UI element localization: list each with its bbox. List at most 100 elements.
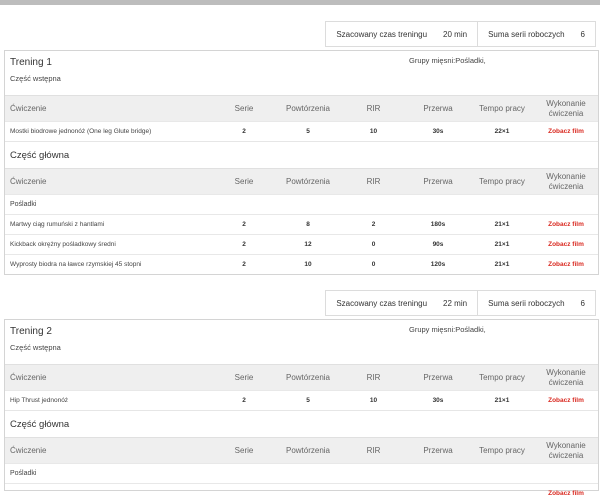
estimated-time-value: 22 min bbox=[443, 298, 468, 308]
rest-value: 120s bbox=[430, 261, 446, 268]
table-row: Wyprosty biodra na ławce rzymskiej 45 st… bbox=[5, 254, 598, 274]
table-header: Ćwiczenie Serie Powtórzenia RIR Przerwa … bbox=[5, 95, 598, 121]
table-header: Ćwiczenie Serie Powtórzenia RIR Przerwa … bbox=[5, 437, 598, 463]
exercise-name: Mostki biodrowe jednonóż (One leg Glute … bbox=[10, 128, 152, 135]
rest-value: 90s bbox=[432, 241, 444, 248]
watch-video-link[interactable]: Zobacz film bbox=[534, 397, 598, 404]
col-rir: RIR bbox=[366, 446, 381, 455]
col-reps: Powtórzenia bbox=[285, 373, 331, 382]
sets-value: 2 bbox=[242, 221, 246, 228]
estimated-time-label: Szacowany czas treningu bbox=[336, 29, 428, 39]
total-sets: Suma serii roboczych 6 bbox=[478, 22, 595, 46]
main-section-title: Część główna bbox=[5, 410, 598, 437]
warmup-section-title: Część wstępna bbox=[10, 343, 61, 352]
total-sets-label: Suma serii roboczych bbox=[488, 29, 565, 39]
col-exercise: Ćwiczenie bbox=[10, 177, 47, 186]
tempo-value: 21×1 bbox=[494, 241, 510, 248]
rir-value: 2 bbox=[371, 221, 376, 228]
sets-value: 2 bbox=[242, 128, 246, 135]
total-sets-value: 6 bbox=[580, 29, 585, 39]
col-reps: Powtórzenia bbox=[285, 177, 331, 186]
tempo-value: 21×1 bbox=[494, 221, 510, 228]
col-execution: Wykonanie ćwiczenia bbox=[546, 171, 586, 191]
total-sets-value: 6 bbox=[580, 298, 585, 308]
muscle-groups: Grupy mięsni:Pośladki, bbox=[409, 325, 486, 334]
total-sets: Suma serii roboczych 6 bbox=[478, 291, 595, 315]
col-rest: Przerwa bbox=[423, 104, 453, 113]
table-header: Ćwiczenie Serie Powtórzenia RIR Przerwa … bbox=[5, 168, 598, 194]
estimated-time-value: 20 min bbox=[443, 29, 468, 39]
estimated-time: Szacowany czas treningu 22 min bbox=[326, 291, 479, 315]
col-tempo: Tempo pracy bbox=[479, 373, 525, 382]
col-sets: Serie bbox=[234, 373, 254, 382]
warmup-section-title: Część wstępna bbox=[10, 74, 61, 83]
col-execution: Wykonanie ćwiczenia bbox=[546, 98, 586, 118]
watch-video-link[interactable]: Zobacz film bbox=[534, 221, 598, 228]
col-rir: RIR bbox=[366, 104, 381, 113]
col-execution: Wykonanie ćwiczenia bbox=[546, 440, 586, 460]
sets-value: 2 bbox=[242, 241, 246, 248]
exercise-name: Martwy ciąg rumuński z hantlami bbox=[10, 221, 105, 228]
table-row-partial: Zobacz film bbox=[5, 483, 598, 503]
rest-value: 30s bbox=[432, 397, 444, 404]
table-row: Mostki biodrowe jednonóż (One leg Glute … bbox=[5, 121, 598, 141]
col-rir: RIR bbox=[366, 177, 381, 186]
col-execution: Wykonanie ćwiczenia bbox=[546, 367, 586, 387]
muscle-group-row: Pośladki bbox=[5, 463, 598, 483]
tempo-value: 21×1 bbox=[494, 261, 510, 268]
col-tempo: Tempo pracy bbox=[479, 104, 525, 113]
training-header: Trening 2 Grupy mięsni:Pośladki, Część w… bbox=[5, 320, 598, 364]
col-rest: Przerwa bbox=[423, 446, 453, 455]
col-exercise: Ćwiczenie bbox=[10, 104, 47, 113]
main-section-title: Część główna bbox=[5, 141, 598, 168]
col-tempo: Tempo pracy bbox=[479, 177, 525, 186]
col-rest: Przerwa bbox=[423, 373, 453, 382]
muscle-groups: Grupy mięsni:Pośladki, bbox=[409, 56, 486, 65]
col-exercise: Ćwiczenie bbox=[10, 373, 47, 382]
table-row: Kickback okrężny pośladkowy średni 2 12 … bbox=[5, 234, 598, 254]
training-title: Trening 1 bbox=[10, 57, 52, 68]
exercise-name: Kickback okrężny pośladkowy średni bbox=[10, 241, 116, 248]
watch-video-link[interactable]: Zobacz film bbox=[534, 261, 598, 268]
col-rir: RIR bbox=[366, 373, 381, 382]
col-rest: Przerwa bbox=[423, 177, 453, 186]
training-card-2: Trening 2 Grupy mięsni:Pośladki, Część w… bbox=[4, 319, 599, 497]
col-sets: Serie bbox=[234, 177, 254, 186]
reps-value: 12 bbox=[304, 241, 312, 248]
col-sets: Serie bbox=[234, 104, 254, 113]
exercise-name: Hip Thrust jednonóż bbox=[10, 397, 69, 404]
rest-value: 180s bbox=[430, 221, 446, 228]
col-reps: Powtórzenia bbox=[285, 446, 331, 455]
watch-video-link[interactable]: Zobacz film bbox=[534, 128, 598, 135]
tempo-value: 21×1 bbox=[494, 397, 510, 404]
total-sets-label: Suma serii roboczych bbox=[488, 298, 565, 308]
muscle-group-row: Pośladki bbox=[5, 194, 598, 214]
tempo-value: 22×1 bbox=[494, 128, 510, 135]
table-row: Martwy ciąg rumuński z hantlami 2 8 2 18… bbox=[5, 214, 598, 234]
top-banner-image bbox=[0, 0, 600, 5]
col-sets: Serie bbox=[234, 446, 254, 455]
watch-video-link[interactable]: Zobacz film bbox=[534, 490, 598, 497]
table-row: Hip Thrust jednonóż 2 5 10 30s 21×1 Zoba… bbox=[5, 390, 598, 410]
watch-video-link[interactable]: Zobacz film bbox=[534, 241, 598, 248]
reps-value: 10 bbox=[304, 261, 312, 268]
training-header: Trening 1 Grupy mięsni:Pośladki, Część w… bbox=[5, 51, 598, 95]
rest-value: 30s bbox=[432, 128, 444, 135]
rir-value: 0 bbox=[371, 241, 376, 248]
col-tempo: Tempo pracy bbox=[479, 446, 525, 455]
muscle-group-label: Pośladki bbox=[10, 201, 37, 208]
summary-bar-1: Szacowany czas treningu 20 min Suma seri… bbox=[325, 21, 596, 47]
muscle-group-label: Pośladki bbox=[10, 470, 37, 477]
summary-bar-2: Szacowany czas treningu 22 min Suma seri… bbox=[325, 290, 596, 316]
reps-value: 8 bbox=[306, 221, 310, 228]
reps-value: 5 bbox=[306, 397, 310, 404]
col-reps: Powtórzenia bbox=[285, 104, 331, 113]
estimated-time: Szacowany czas treningu 20 min bbox=[326, 22, 479, 46]
exercise-name: Wyprosty biodra na ławce rzymskiej 45 st… bbox=[10, 261, 142, 268]
sets-value: 2 bbox=[242, 261, 246, 268]
rir-value: 10 bbox=[369, 397, 378, 404]
training-card-1: Trening 1 Grupy mięsni:Pośladki, Część w… bbox=[4, 50, 599, 275]
training-title: Trening 2 bbox=[10, 326, 52, 337]
rir-value: 0 bbox=[371, 261, 376, 268]
estimated-time-label: Szacowany czas treningu bbox=[336, 298, 428, 308]
